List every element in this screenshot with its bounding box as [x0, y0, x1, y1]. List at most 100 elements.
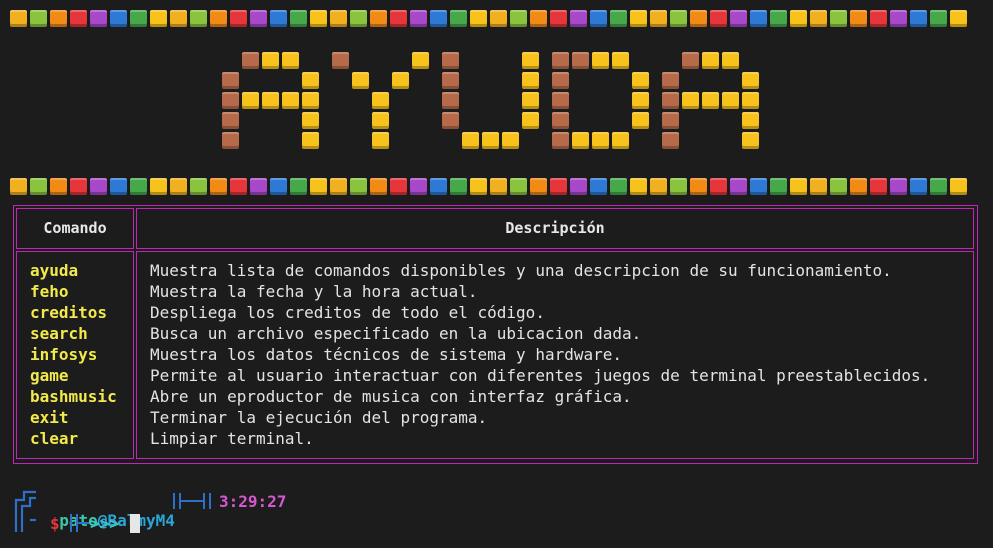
prompt-arrows: >>> [90, 514, 119, 533]
decorative-block [230, 178, 247, 195]
decorative-block [830, 178, 847, 195]
decorative-block [470, 178, 487, 195]
banner-tile [282, 92, 299, 109]
banner-tile [502, 132, 519, 149]
decorative-block [10, 178, 27, 195]
description-creditos: Despliega los creditos de todo el código… [150, 303, 545, 322]
decorative-block [430, 178, 447, 195]
prompt-symbol: $ [50, 514, 60, 533]
banner-tile [662, 112, 679, 129]
description-feho: Muestra la fecha y la hora actual. [150, 282, 478, 301]
command-search: search [30, 324, 88, 343]
decorative-block [290, 178, 307, 195]
banner-tile [632, 72, 649, 89]
header-description-label: Descripción [505, 219, 605, 237]
banner-tile [302, 112, 319, 129]
decorative-block [50, 178, 67, 195]
description-bashmusic: Abre un eproductor de musica con interfa… [150, 387, 632, 406]
prompt-frame-icon [14, 490, 36, 532]
prompt-separator-icon [173, 493, 211, 509]
banner-tile [702, 52, 719, 69]
decorative-block [850, 178, 867, 195]
banner-tile [352, 72, 369, 89]
banner-tile [462, 132, 479, 149]
decorative-block [770, 178, 787, 195]
banner-tile [572, 132, 589, 149]
terminal-cursor[interactable] [130, 514, 140, 533]
banner-tile [722, 92, 739, 109]
table-header-command: Comando [16, 208, 134, 249]
banner-tile [222, 92, 239, 109]
command-list: ayuda feho creditos search infosys game … [30, 260, 117, 449]
decorative-block [190, 178, 207, 195]
banner-tile [742, 92, 759, 109]
decorative-block [30, 178, 47, 195]
decorative-block [750, 178, 767, 195]
decorative-block [390, 178, 407, 195]
decorative-block [590, 178, 607, 195]
banner-tile [572, 52, 589, 69]
decorative-block [510, 178, 527, 195]
banner-tile [262, 92, 279, 109]
decorative-block [910, 178, 927, 195]
decorative-block [690, 178, 707, 195]
decorative-block [210, 178, 227, 195]
banner-tile [522, 112, 539, 129]
command-clear: clear [30, 429, 79, 448]
banner-tile [302, 132, 319, 149]
banner-tile [222, 112, 239, 129]
banner-tile [662, 72, 679, 89]
decorative-block [450, 178, 467, 195]
banner-tile [632, 112, 649, 129]
banner-tile [222, 72, 239, 89]
banner-tile [282, 52, 299, 69]
banner-tile [552, 132, 569, 149]
decorative-block [790, 178, 807, 195]
banner-tile [442, 52, 459, 69]
banner-tile [442, 92, 459, 109]
banner-tile [632, 92, 649, 109]
description-game: Permite al usuario interactuar con difer… [150, 366, 931, 385]
decorative-block [250, 178, 267, 195]
decorative-block [70, 178, 87, 195]
banner-tile [522, 72, 539, 89]
command-game: game [30, 366, 69, 385]
command-bashmusic: bashmusic [30, 387, 117, 406]
decorative-block [410, 178, 427, 195]
banner-tile [552, 92, 569, 109]
command-exit: exit [30, 408, 69, 427]
decorative-block [570, 178, 587, 195]
description-search: Busca un archivo especificado en la ubic… [150, 324, 642, 343]
banner-tile [592, 52, 609, 69]
banner-tile [372, 112, 389, 129]
header-command-label: Comando [43, 219, 107, 237]
table-header-description: Descripción [136, 208, 974, 249]
banner-tile [612, 52, 629, 69]
decorative-block [930, 178, 947, 195]
banner-tile [522, 92, 539, 109]
prompt-clock: 3:29:27 [219, 492, 287, 511]
banner-tile [552, 112, 569, 129]
banner-tile [332, 52, 349, 69]
decorative-block [350, 178, 367, 195]
command-infosys: infosys [30, 345, 98, 364]
decorative-block [730, 178, 747, 195]
decorative-block [530, 178, 547, 195]
banner-tile [742, 132, 759, 149]
banner-tile [262, 52, 279, 69]
banner-tile [742, 112, 759, 129]
banner-tile [302, 72, 319, 89]
banner-tile [702, 92, 719, 109]
decorative-block [810, 178, 827, 195]
description-infosys: Muestra los datos técnicos de sistema y … [150, 345, 623, 364]
banner-tile [662, 132, 679, 149]
decorative-block [890, 178, 907, 195]
banner-tile [302, 92, 319, 109]
command-creditos: creditos [30, 303, 108, 322]
decorative-block [650, 178, 667, 195]
banner-tile [372, 132, 389, 149]
decorative-block [950, 178, 967, 195]
banner-tile [442, 72, 459, 89]
decorative-block [370, 178, 387, 195]
description-exit: Terminar la ejecución del programa. [150, 408, 488, 427]
